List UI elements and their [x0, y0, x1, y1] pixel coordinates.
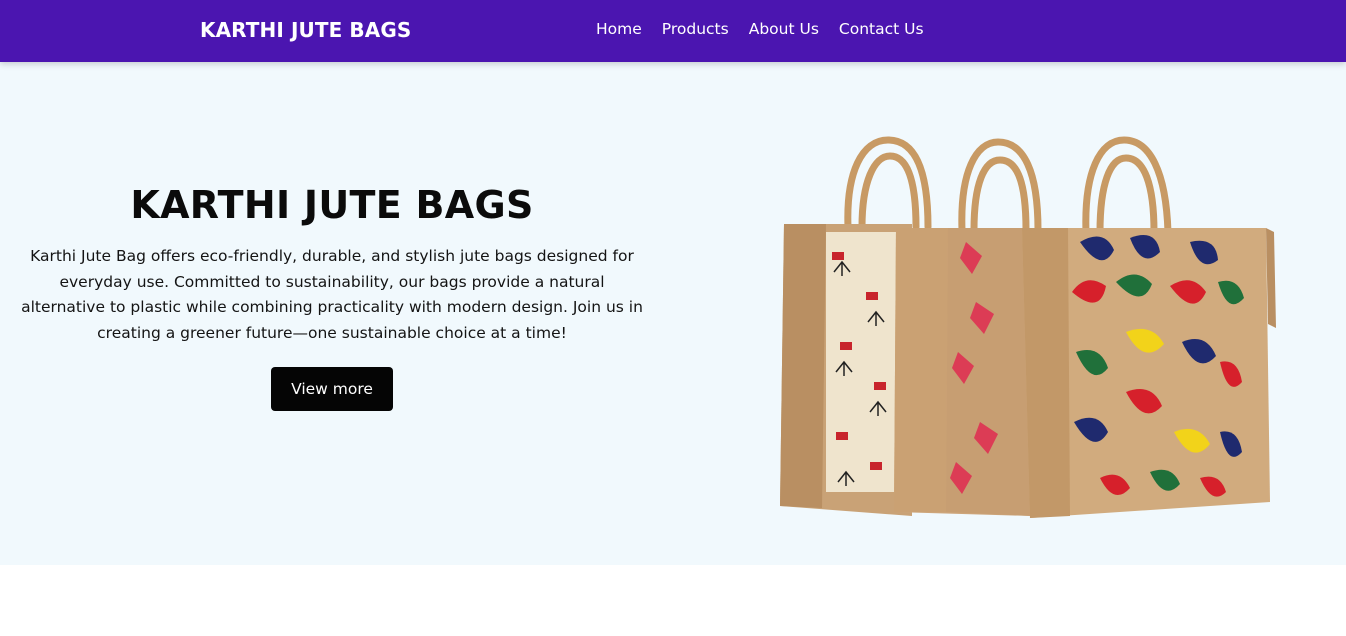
nav-link-contact[interactable]: Contact Us: [839, 20, 924, 38]
hero-title: KARTHI JUTE BAGS: [130, 183, 534, 227]
nav-link-about[interactable]: About Us: [749, 20, 819, 38]
navbar: KARTHI JUTE BAGS Home Products About Us …: [0, 0, 1346, 62]
jute-bags-image: [780, 136, 1276, 518]
brand-logo[interactable]: KARTHI JUTE BAGS: [200, 18, 411, 42]
hero-section: KARTHI JUTE BAGS Karthi Jute Bag offers …: [0, 62, 1346, 565]
nav-links: Home Products About Us Contact Us: [596, 20, 924, 38]
view-more-button[interactable]: View more: [271, 366, 393, 411]
hero-text: KARTHI JUTE BAGS Karthi Jute Bag offers …: [16, 182, 648, 411]
nav-link-products[interactable]: Products: [662, 20, 729, 38]
nav-link-home[interactable]: Home: [596, 20, 642, 38]
hero-description: Karthi Jute Bag offers eco-friendly, dur…: [21, 247, 643, 343]
